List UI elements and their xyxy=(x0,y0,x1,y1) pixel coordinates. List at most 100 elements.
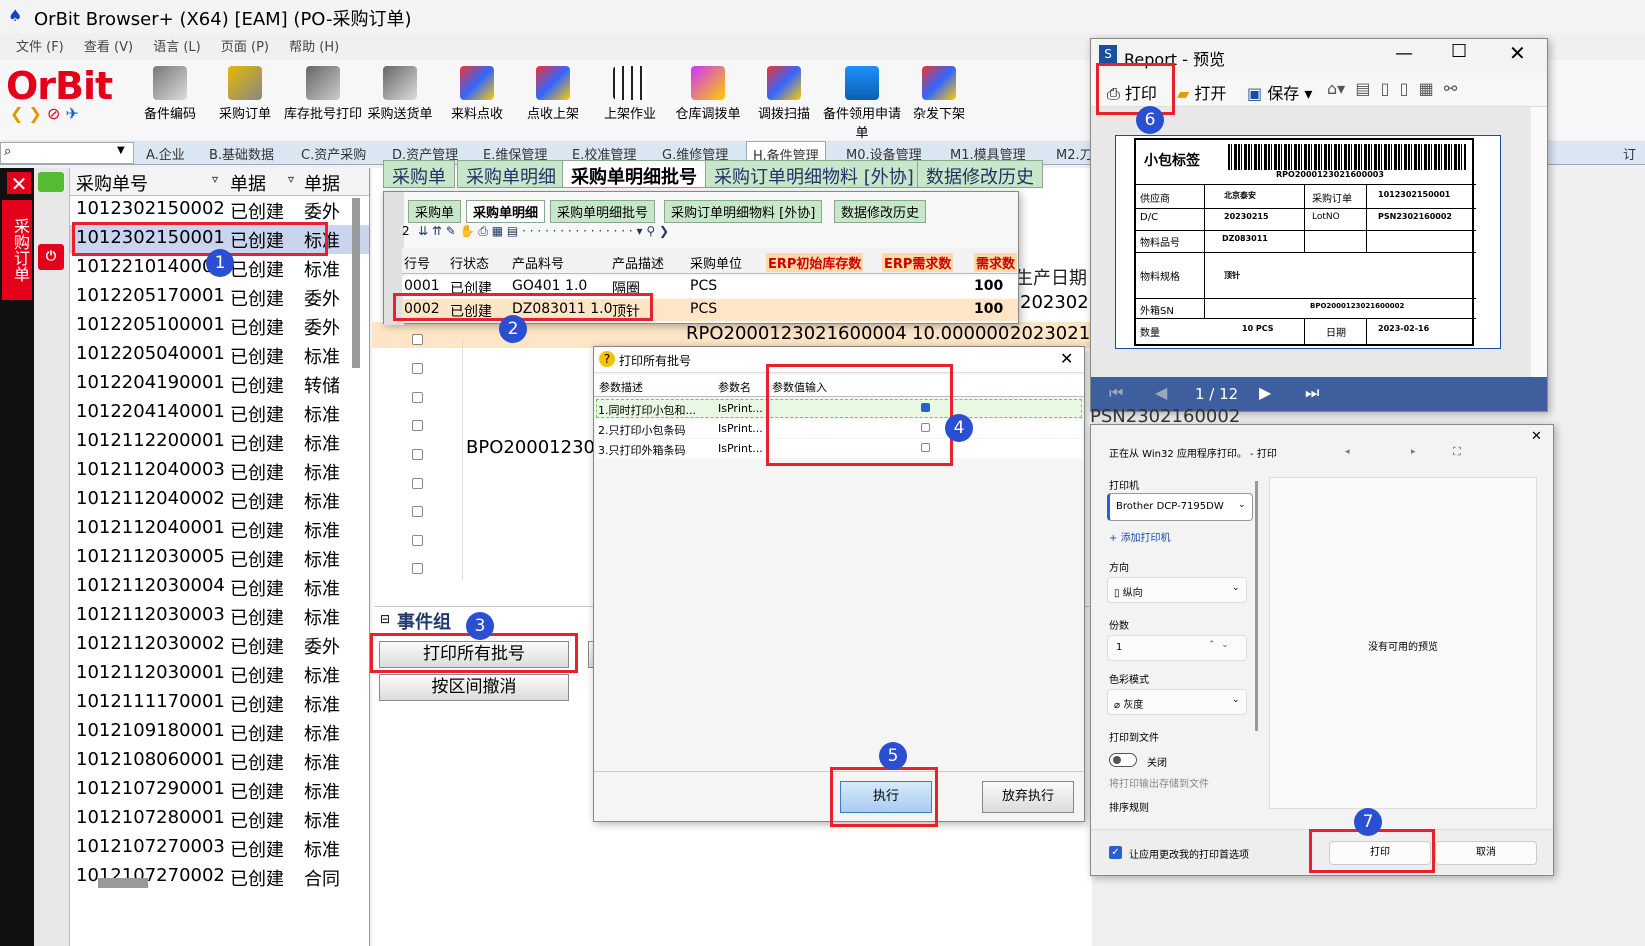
save-button[interactable]: ▣ 保存 ▾ xyxy=(1247,80,1312,104)
scrollbar[interactable] xyxy=(1255,481,1258,731)
close-icon[interactable]: ✕ xyxy=(7,172,31,196)
toolbar-spare-code[interactable]: 备件编码 xyxy=(130,66,210,122)
first-page-icon[interactable]: ⏮ xyxy=(1109,383,1123,403)
apply-changes-checkbox[interactable]: ✓ xyxy=(1109,846,1122,859)
filter-icon[interactable]: ▿ xyxy=(212,172,218,186)
prev-page-icon[interactable]: ◀ xyxy=(1155,383,1167,402)
abort-button[interactable]: 放弃执行 xyxy=(982,781,1074,813)
power-icon[interactable]: ⏻ xyxy=(38,244,64,270)
menu-view[interactable]: 查看 (V) xyxy=(84,36,133,55)
tab-po-detail-lot[interactable]: 采购单明细批号 xyxy=(562,160,706,188)
filter-icon[interactable]: ▿ xyxy=(288,172,294,186)
tab-po-material-outsource[interactable]: 采购订单明细物料 [外协] xyxy=(705,160,923,188)
menu-help[interactable]: 帮助 (H) xyxy=(289,36,339,55)
inner-col-header[interactable]: 行状态 xyxy=(450,253,489,272)
list-item[interactable]: 1012107290001 已创建 标准 xyxy=(70,776,369,805)
list-item[interactable]: 1012112200001 已创建 标准 xyxy=(70,428,369,457)
list-item[interactable]: 1012112040002 已创建 标准 xyxy=(70,486,369,515)
prev-preview-icon[interactable]: ◂ xyxy=(1345,447,1350,457)
list-item[interactable]: 1012205100001 已创建 委外 xyxy=(70,312,369,341)
row-checkbox[interactable] xyxy=(412,449,423,460)
list-item[interactable]: 1012112040003 已创建 标准 xyxy=(70,457,369,486)
printer-select[interactable]: Brother DCP-7195DW ⌄ xyxy=(1107,493,1253,521)
toolbar-transfer-scan[interactable]: 调拨扫描 xyxy=(744,66,824,122)
toolbar-spare-request[interactable]: 备件领用申请单 xyxy=(822,66,902,141)
list-item[interactable]: 1012112030004 已创建 标准 xyxy=(70,573,369,602)
inner-tab[interactable]: 采购单明细批号 xyxy=(550,200,656,223)
minimize-icon[interactable]: — xyxy=(1395,43,1413,64)
last-page-icon[interactable]: ⏭ xyxy=(1305,383,1319,403)
menu-file[interactable]: 文件 (F) xyxy=(16,36,64,55)
list-item[interactable]: 1012205170001 已创建 委外 xyxy=(70,283,369,312)
col-param-desc[interactable]: 参数描述 xyxy=(599,379,643,395)
tab-basic-data[interactable]: B.基础数据 xyxy=(209,144,274,163)
maximize-icon[interactable]: ☐ xyxy=(1451,41,1467,62)
toolbar-purchase-order[interactable]: 采购订单 xyxy=(205,66,285,122)
inner-col-header[interactable]: 产品描述 xyxy=(612,253,664,272)
report-toolbar-icons[interactable]: ⌂▾ ▤ ▯ ▯ ▦ ⚯ xyxy=(1327,79,1457,98)
row-checkbox[interactable] xyxy=(412,392,423,403)
inner-col-header[interactable]: 产品料号 xyxy=(512,253,564,272)
row-checkbox[interactable] xyxy=(412,506,423,517)
stepper-icons[interactable]: ⌃ ⌄ xyxy=(1208,640,1229,650)
list-item[interactable]: 1012112030005 已创建 标准 xyxy=(70,544,369,573)
menu-language[interactable]: 语言 (L) xyxy=(153,36,201,55)
inner-tab[interactable]: 数据修改历史 xyxy=(834,200,927,223)
row-checkbox[interactable] xyxy=(412,334,423,345)
vertical-tab-label[interactable]: 采购订单 xyxy=(2,200,32,300)
list-item[interactable]: 1012112030003 已创建 标准 xyxy=(70,602,369,631)
list-item[interactable]: 1012204190001 已创建 转储 xyxy=(70,370,369,399)
toolbar-shelve[interactable]: 上架作业 xyxy=(590,66,670,122)
row-checkbox[interactable] xyxy=(412,563,423,574)
tab-po-detail[interactable]: 采购单明细 xyxy=(457,160,565,188)
nav-arrows-icon[interactable]: ❮ ❯ ⊘ ✈ xyxy=(10,104,79,123)
list-item[interactable]: 1012108060001 已创建 标准 xyxy=(70,747,369,776)
tab-order[interactable]: 订 xyxy=(1623,144,1636,163)
print-to-file-toggle[interactable] xyxy=(1109,753,1137,767)
tab-data-history[interactable]: 数据修改历史 xyxy=(917,160,1043,188)
color-select[interactable]: ⌀ 灰度 ⌄ xyxy=(1107,689,1247,715)
open-button[interactable]: ▰ 打开 xyxy=(1177,80,1226,104)
row-checkbox[interactable] xyxy=(412,363,423,374)
list-item[interactable]: 1012111170001 已创建 标准 xyxy=(70,689,369,718)
col-doc[interactable]: 单据 xyxy=(230,170,266,196)
row-checkbox[interactable] xyxy=(412,535,423,546)
next-page-icon[interactable]: ▶ xyxy=(1259,383,1271,402)
inner-col-header[interactable]: ERP初始库存数 xyxy=(766,253,864,272)
close-icon[interactable]: ✕ xyxy=(1060,349,1073,368)
row-checkbox[interactable] xyxy=(412,478,423,489)
toolbar-transfer[interactable]: 仓库调拨单 xyxy=(668,66,748,122)
chevron-down-icon[interactable]: ▼ xyxy=(117,145,125,156)
tab-enterprise[interactable]: A.企业 xyxy=(146,144,185,163)
list-item[interactable]: 1012112040001 已创建 标准 xyxy=(70,515,369,544)
list-item[interactable]: 1012112030001 已创建 标准 xyxy=(70,660,369,689)
toolbar-lot-print[interactable]: 库存批号打印 xyxy=(283,66,363,122)
menu-page[interactable]: 页面 (P) xyxy=(221,36,269,55)
add-printer-link[interactable]: + 添加打印机 xyxy=(1109,529,1171,544)
search-input[interactable]: ⌕ ▼ xyxy=(0,142,134,164)
inner-col-header[interactable]: 行号 xyxy=(404,253,430,272)
list-item[interactable]: 1012112030002 已创建 委外 xyxy=(70,631,369,660)
list-item[interactable]: 1012204140001 已创建 标准 xyxy=(70,399,369,428)
inner-tab[interactable]: 采购单 xyxy=(408,200,462,223)
list-item[interactable]: 1012107270003 已创建 标准 xyxy=(70,834,369,863)
scrollbar[interactable] xyxy=(352,198,360,368)
scrollbar[interactable] xyxy=(1531,107,1547,377)
col-doc-type[interactable]: 单据 xyxy=(304,170,340,196)
list-item[interactable]: 1012109180001 已创建 标准 xyxy=(70,718,369,747)
tab-po[interactable]: 采购单 xyxy=(383,160,455,188)
toolbar-check-shelve[interactable]: 点收上架 xyxy=(513,66,593,122)
copies-stepper[interactable]: 1 ⌃ ⌄ xyxy=(1107,635,1247,661)
toolbar-delivery[interactable]: 采购送货单 xyxy=(360,66,440,122)
inner-tab[interactable]: 采购订单明细物料 [外协] xyxy=(664,200,823,223)
inner-col-header[interactable]: 需求数 xyxy=(974,253,1018,272)
list-item[interactable]: 1012302150002 已创建 委外 xyxy=(70,196,369,225)
list-item[interactable]: 1012205040001 已创建 标准 xyxy=(70,341,369,370)
next-preview-icon[interactable]: ▸ xyxy=(1411,447,1416,457)
inner-col-header[interactable]: ERP需求数 xyxy=(882,253,954,272)
grid-toolbar-icons[interactable]: ⇊ ⇈ ✎ ✋ ⎙ ▦ ▤ · · · · · · · · · · · · · … xyxy=(418,224,669,239)
col-order-no[interactable]: 采购单号 xyxy=(76,170,148,196)
close-icon[interactable]: ✕ xyxy=(1531,429,1542,444)
list-item[interactable]: 1012107280001 已创建 标准 xyxy=(70,805,369,834)
excel-icon[interactable] xyxy=(38,172,64,192)
